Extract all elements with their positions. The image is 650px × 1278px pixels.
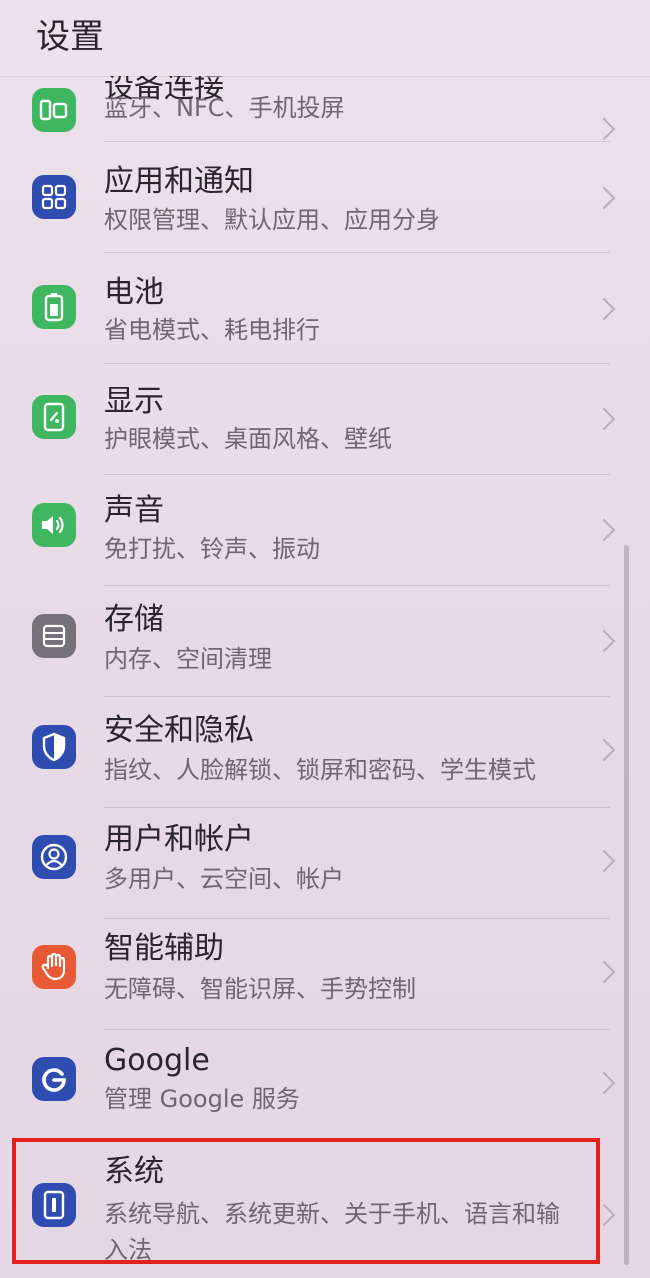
settings-item-security[interactable]: 安全和隐私 指纹、人脸解锁、锁屏和密码、学生模式 <box>0 697 650 807</box>
settings-item-apps[interactable]: 应用和通知 权限管理、默认应用、应用分身 <box>0 142 650 252</box>
item-subtitle: 指纹、人脸解锁、锁屏和密码、学生模式 <box>104 756 536 784</box>
battery-icon <box>32 285 76 329</box>
device-connection-icon <box>32 88 76 132</box>
apps-grid-icon <box>32 175 76 219</box>
item-title: 存储 <box>104 602 164 637</box>
settings-item-system[interactable]: 系统 系统导航、系统更新、关于手机、语言和输入法 <box>0 1141 650 1271</box>
chevron-right-icon <box>592 960 616 984</box>
item-title: 用户和帐户 <box>104 822 254 857</box>
chevron-right-icon <box>592 629 616 653</box>
item-title: 应用和通知 <box>104 164 254 199</box>
page-title: 设置 <box>36 17 104 57</box>
item-title: 智能辅助 <box>104 931 224 966</box>
item-title: 声音 <box>104 493 164 528</box>
settings-item-storage[interactable]: 存储 内存、空间清理 <box>0 586 650 696</box>
chevron-right-icon <box>592 186 616 210</box>
item-subtitle: 无障碍、智能识屏、手势控制 <box>104 975 416 1003</box>
item-subtitle: 权限管理、默认应用、应用分身 <box>104 206 440 234</box>
item-title: 电池 <box>104 275 164 310</box>
item-title: Google <box>104 1043 210 1078</box>
chevron-right-icon <box>592 738 616 762</box>
chevron-right-icon <box>592 407 616 431</box>
chevron-right-icon <box>592 297 616 321</box>
chevron-right-icon <box>592 849 616 873</box>
item-title: 安全和隐私 <box>104 713 254 748</box>
item-subtitle: 免打扰、铃声、振动 <box>104 535 320 563</box>
settings-item-battery[interactable]: 电池 省电模式、耗电排行 <box>0 253 650 363</box>
settings-item-sound[interactable]: 声音 免打扰、铃声、振动 <box>0 475 650 585</box>
item-subtitle: 蓝牙、NFC、手机投屏 <box>104 94 345 122</box>
chevron-right-icon <box>592 518 616 542</box>
storage-icon <box>32 614 76 658</box>
settings-screen: 设备连接 蓝牙、NFC、手机投屏 应用和通知 权限管理、默认应用、应用分身 电池… <box>0 0 650 1278</box>
settings-item-users[interactable]: 用户和帐户 多用户、云空间、帐户 <box>0 808 650 918</box>
item-subtitle: 管理 Google 服务 <box>104 1085 300 1113</box>
google-icon <box>32 1057 76 1101</box>
item-subtitle: 省电模式、耗电排行 <box>104 316 320 344</box>
app-header: 设置 <box>0 0 650 76</box>
user-icon <box>32 835 76 879</box>
hand-icon <box>32 945 76 989</box>
sound-icon <box>32 503 76 547</box>
chevron-right-icon <box>592 1071 616 1095</box>
scrollbar[interactable] <box>624 545 629 1265</box>
item-subtitle: 护眼模式、桌面风格、壁纸 <box>104 425 392 453</box>
item-subtitle: 多用户、云空间、帐户 <box>104 865 344 893</box>
settings-item-google[interactable]: Google 管理 Google 服务 <box>0 1030 650 1140</box>
shield-icon <box>32 725 76 769</box>
chevron-right-icon <box>592 117 616 141</box>
chevron-right-icon <box>592 1203 616 1227</box>
settings-item-accessibility[interactable]: 智能辅助 无障碍、智能识屏、手势控制 <box>0 919 650 1029</box>
item-subtitle: 系统导航、系统更新、关于手机、语言和输入法 <box>104 1200 560 1264</box>
settings-item-display[interactable]: 显示 护眼模式、桌面风格、壁纸 <box>0 364 650 474</box>
display-icon <box>32 395 76 439</box>
item-subtitle: 内存、空间清理 <box>104 645 272 673</box>
system-phone-icon <box>32 1183 76 1227</box>
item-title: 显示 <box>104 384 164 419</box>
item-title: 系统 <box>104 1154 164 1189</box>
